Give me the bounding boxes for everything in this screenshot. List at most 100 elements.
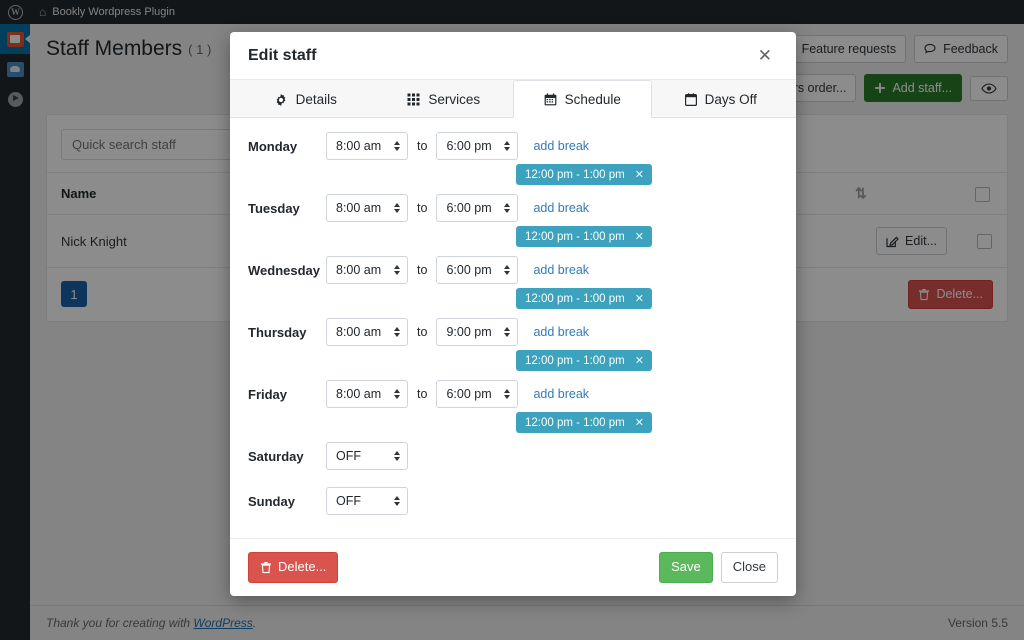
end-time-value-thursday: 9:00 pm — [446, 325, 491, 339]
break-badge-monday[interactable]: 12:00 pm - 1:00 pm ✕ — [516, 164, 652, 185]
day-controls-tuesday: 8:00 am to 6:00 pm add break 12:00 pm - … — [326, 194, 778, 253]
break-line-monday: 12:00 pm - 1:00 pm ✕ — [326, 164, 778, 185]
start-time-select-friday[interactable]: 8:00 am — [326, 380, 408, 408]
day-controls-wednesday: 8:00 am to 6:00 pm add break 12:00 pm - … — [326, 256, 778, 315]
modal-header: Edit staff ✕ — [230, 32, 796, 80]
start-time-select-monday[interactable]: 8:00 am — [326, 132, 408, 160]
to-label-thursday: to — [417, 325, 427, 339]
calendar-icon — [544, 93, 557, 106]
modal-tabs: Details Services — [230, 80, 796, 118]
end-time-select-wednesday[interactable]: 6:00 pm — [436, 256, 518, 284]
start-time-value-sunday: OFF — [336, 494, 361, 508]
edit-staff-modal: Edit staff ✕ Details — [230, 32, 796, 596]
tab-schedule[interactable]: Schedule — [513, 80, 652, 118]
trash-icon — [260, 561, 272, 574]
modal-delete-button[interactable]: Delete... — [248, 552, 338, 583]
tab-services[interactable]: Services — [375, 80, 514, 118]
calendar-day-icon — [685, 93, 697, 106]
schedule-row-saturday: Saturday OFF — [248, 442, 778, 470]
row-spacer — [248, 473, 778, 487]
day-label-monday: Monday — [248, 132, 326, 154]
day-label-tuesday: Tuesday — [248, 194, 326, 216]
time-line-friday: 8:00 am to 6:00 pm add break — [326, 380, 778, 408]
to-label-tuesday: to — [417, 201, 427, 215]
time-line-sunday: OFF — [326, 487, 778, 515]
save-button[interactable]: Save — [659, 552, 713, 583]
row-spacer — [248, 518, 778, 532]
tab-services-label: Services — [428, 92, 480, 107]
day-label-saturday: Saturday — [248, 442, 326, 464]
break-badge-wednesday[interactable]: 12:00 pm - 1:00 pm ✕ — [516, 288, 652, 309]
day-controls-saturday: OFF — [326, 442, 778, 470]
break-range-friday: 12:00 pm - 1:00 pm — [525, 417, 625, 429]
start-time-select-thursday[interactable]: 8:00 am — [326, 318, 408, 346]
end-time-value-friday: 6:00 pm — [446, 387, 491, 401]
tab-details-label: Details — [296, 92, 337, 107]
start-time-value-monday: 8:00 am — [336, 139, 381, 153]
close-icon[interactable]: ✕ — [635, 168, 644, 181]
stepper-icon — [394, 451, 400, 461]
close-icon[interactable]: ✕ — [635, 416, 644, 429]
close-icon[interactable]: ✕ — [635, 292, 644, 305]
stepper-icon — [394, 203, 400, 213]
break-badge-tuesday[interactable]: 12:00 pm - 1:00 pm ✕ — [516, 226, 652, 247]
gear-icon — [274, 93, 288, 107]
schedule-row-friday: Friday 8:00 am to 6:00 pm add break — [248, 380, 778, 439]
tab-schedule-label: Schedule — [565, 92, 621, 107]
schedule-row-sunday: Sunday OFF — [248, 487, 778, 515]
close-button[interactable]: Close — [721, 552, 778, 583]
day-label-thursday: Thursday — [248, 318, 326, 340]
break-line-tuesday: 12:00 pm - 1:00 pm ✕ — [326, 226, 778, 247]
stepper-icon — [504, 327, 510, 337]
add-break-link-monday[interactable]: add break — [533, 139, 589, 153]
break-range-thursday: 12:00 pm - 1:00 pm — [525, 355, 625, 367]
time-line-saturday: OFF — [326, 442, 778, 470]
end-time-select-thursday[interactable]: 9:00 pm — [436, 318, 518, 346]
add-break-link-tuesday[interactable]: add break — [533, 201, 589, 215]
day-label-sunday: Sunday — [248, 487, 326, 509]
end-time-value-monday: 6:00 pm — [446, 139, 491, 153]
start-time-value-friday: 8:00 am — [336, 387, 381, 401]
stepper-icon — [504, 141, 510, 151]
schedule-row-thursday: Thursday 8:00 am to 9:00 pm add break — [248, 318, 778, 377]
day-controls-thursday: 8:00 am to 9:00 pm add break 12:00 pm - … — [326, 318, 778, 377]
start-time-select-wednesday[interactable]: 8:00 am — [326, 256, 408, 284]
end-time-select-friday[interactable]: 6:00 pm — [436, 380, 518, 408]
stepper-icon — [394, 496, 400, 506]
break-badge-friday[interactable]: 12:00 pm - 1:00 pm ✕ — [516, 412, 652, 433]
end-time-select-tuesday[interactable]: 6:00 pm — [436, 194, 518, 222]
break-line-wednesday: 12:00 pm - 1:00 pm ✕ — [326, 288, 778, 309]
add-break-link-wednesday[interactable]: add break — [533, 263, 589, 277]
time-line-thursday: 8:00 am to 9:00 pm add break — [326, 318, 778, 346]
break-range-wednesday: 12:00 pm - 1:00 pm — [525, 293, 625, 305]
tab-days-off[interactable]: Days Off — [652, 80, 791, 118]
close-icon[interactable]: ✕ — [635, 230, 644, 243]
grid-icon — [407, 93, 420, 106]
day-controls-friday: 8:00 am to 6:00 pm add break 12:00 pm - … — [326, 380, 778, 439]
break-range-monday: 12:00 pm - 1:00 pm — [525, 169, 625, 181]
break-badge-thursday[interactable]: 12:00 pm - 1:00 pm ✕ — [516, 350, 652, 371]
end-time-select-monday[interactable]: 6:00 pm — [436, 132, 518, 160]
modal-title: Edit staff — [248, 47, 316, 65]
close-icon[interactable]: ✕ — [752, 46, 778, 65]
add-break-link-friday[interactable]: add break — [533, 387, 589, 401]
close-icon[interactable]: ✕ — [635, 354, 644, 367]
stepper-icon — [504, 203, 510, 213]
start-time-select-saturday[interactable]: OFF — [326, 442, 408, 470]
start-time-select-sunday[interactable]: OFF — [326, 487, 408, 515]
add-break-link-thursday[interactable]: add break — [533, 325, 589, 339]
day-controls-monday: 8:00 am to 6:00 pm add break 12:00 pm - … — [326, 132, 778, 191]
day-controls-sunday: OFF — [326, 487, 778, 515]
day-label-wednesday: Wednesday — [248, 256, 326, 278]
time-line-monday: 8:00 am to 6:00 pm add break — [326, 132, 778, 160]
end-time-value-wednesday: 6:00 pm — [446, 263, 491, 277]
break-line-thursday: 12:00 pm - 1:00 pm ✕ — [326, 350, 778, 371]
start-time-select-tuesday[interactable]: 8:00 am — [326, 194, 408, 222]
tab-details[interactable]: Details — [236, 80, 375, 118]
stepper-icon — [504, 265, 510, 275]
to-label-wednesday: to — [417, 263, 427, 277]
start-time-value-tuesday: 8:00 am — [336, 201, 381, 215]
stepper-icon — [394, 141, 400, 151]
schedule-row-wednesday: Wednesday 8:00 am to 6:00 pm add break — [248, 256, 778, 315]
modal-delete-label: Delete... — [278, 559, 326, 576]
